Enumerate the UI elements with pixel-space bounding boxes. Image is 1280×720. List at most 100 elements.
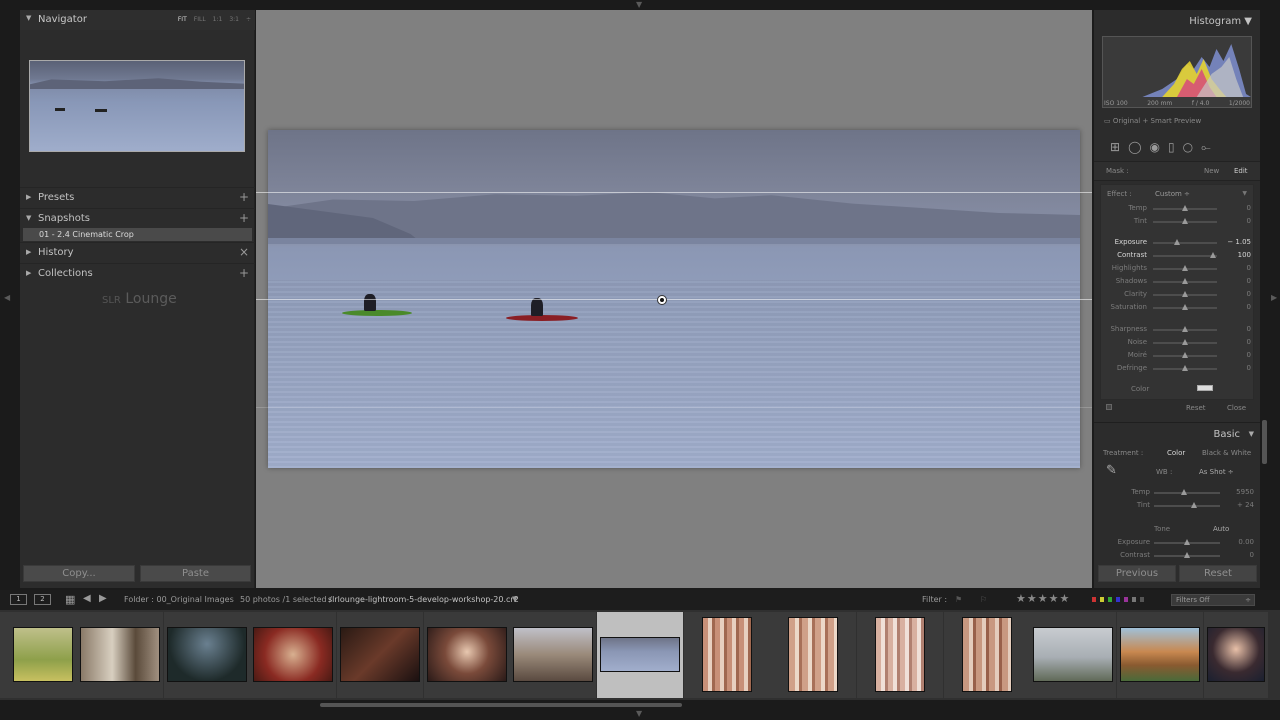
slider-row-clarity[interactable]: Clarity 0 (1101, 289, 1255, 301)
effect-toggle-switch[interactable] (1106, 404, 1112, 410)
presets-header[interactable]: ▶ Presets + (20, 187, 255, 207)
right-panel-scrollbar[interactable] (1262, 420, 1267, 464)
purple-label-filter[interactable] (1124, 597, 1128, 602)
slider-track[interactable] (1154, 505, 1220, 507)
history-header[interactable]: ▶ History × (20, 242, 255, 262)
gray-label-filter[interactable] (1132, 597, 1136, 602)
filmstrip-cell[interactable] (1204, 612, 1268, 698)
slider-handle[interactable] (1182, 291, 1188, 297)
slider-value[interactable]: 100 (1238, 251, 1251, 259)
monitor-1-button[interactable]: 1 (10, 594, 27, 605)
filmstrip-cell[interactable] (424, 612, 510, 698)
navigator-header[interactable]: ▼ Navigator FIT FILL 1:1 3:1 ÷ (20, 10, 255, 30)
slider-row-highlights[interactable]: Highlights 0 (1101, 263, 1255, 275)
histogram[interactable] (1102, 36, 1252, 108)
slider-handle[interactable] (1182, 352, 1188, 358)
selected-filename[interactable]: slrlounge-lightroom-5-develop-workshop-2… (328, 595, 519, 604)
filmstrip-cell[interactable] (1030, 612, 1116, 698)
slider-value[interactable]: 0 (1247, 264, 1251, 272)
basic-slider-tint[interactable]: Tint + 24 (1100, 500, 1256, 512)
collapse-triangle-icon[interactable]: ▼ (26, 14, 31, 22)
folder-source[interactable]: Folder : 00_Original Images (124, 595, 234, 604)
mask-edit-button[interactable]: Edit (1234, 167, 1248, 175)
slider-value[interactable]: 0 (1247, 290, 1251, 298)
spot-removal-icon[interactable]: ◯ (1128, 140, 1141, 154)
histogram-title[interactable]: Histogram ▼ (1189, 16, 1252, 27)
slider-row-saturation[interactable]: Saturation 0 (1101, 302, 1255, 314)
collapse-triangle-icon[interactable]: ▼ (1249, 430, 1254, 438)
blue-label-filter[interactable] (1116, 597, 1120, 602)
monitor-2-button[interactable]: 2 (34, 594, 51, 605)
eyedropper-icon[interactable]: ✎ (1106, 463, 1117, 478)
slider-value[interactable]: + 24 (1237, 501, 1254, 509)
slider-value[interactable]: 0 (1247, 364, 1251, 372)
no-label-filter[interactable] (1140, 597, 1144, 602)
slider-row-temp[interactable]: Temp 0 (1101, 203, 1255, 215)
filmstrip-cell[interactable] (684, 612, 770, 698)
slider-value[interactable]: − 1.05 (1227, 238, 1251, 246)
image-canvas[interactable] (256, 10, 1092, 588)
filmstrip-scrollbar[interactable] (320, 703, 682, 707)
back-arrow-icon[interactable]: ◀ (83, 593, 91, 604)
filmstrip-cell[interactable] (164, 612, 250, 698)
filmstrip-cell[interactable] (77, 612, 163, 698)
add-snapshot-icon[interactable]: + (239, 211, 249, 225)
slider-value[interactable]: 0 (1247, 303, 1251, 311)
paste-button[interactable]: Paste (140, 565, 251, 582)
yellow-label-filter[interactable] (1100, 597, 1104, 602)
slider-handle[interactable] (1182, 304, 1188, 310)
red-eye-icon[interactable]: ◉ (1150, 140, 1160, 154)
slider-value[interactable]: 0 (1247, 277, 1251, 285)
slider-handle[interactable] (1180, 489, 1187, 495)
navigator-preview[interactable] (29, 60, 245, 152)
slider-value[interactable]: 0 (1247, 204, 1251, 212)
add-collection-icon[interactable]: + (239, 266, 249, 280)
filter-preset-dropdown[interactable]: Filters Off ÷ (1171, 594, 1255, 606)
filmstrip-cell[interactable] (510, 612, 596, 698)
graduated-filter-top-line[interactable] (256, 192, 1092, 193)
mask-new-button[interactable]: New (1204, 167, 1219, 175)
filmstrip-cell[interactable] (250, 612, 336, 698)
flag-filter-icon[interactable]: ⚑ (955, 595, 962, 604)
filmstrip-cell[interactable] (857, 612, 943, 698)
clear-history-icon[interactable]: × (239, 245, 249, 259)
slider-handle[interactable] (1182, 265, 1188, 271)
zoom-fit[interactable]: FIT (178, 16, 187, 23)
rating-filter[interactable]: ★★★★★ (1016, 592, 1070, 605)
slider-track[interactable] (1153, 242, 1217, 244)
slider-handle[interactable] (1184, 552, 1190, 558)
slider-value[interactable]: 5950 (1236, 488, 1254, 496)
filmstrip-cell[interactable] (0, 612, 86, 698)
slider-row-defringe[interactable]: Defringe 0 (1101, 363, 1255, 375)
radial-filter-icon[interactable]: ○ (1183, 140, 1193, 154)
bottom-panel-toggle-icon[interactable]: ▼ (636, 710, 642, 718)
slider-handle[interactable] (1182, 365, 1188, 371)
filmstrip-cell[interactable] (944, 612, 1030, 698)
slider-row-noise[interactable]: Noise 0 (1101, 337, 1255, 349)
tone-auto-button[interactable]: Auto (1213, 525, 1229, 533)
zoom-3-1[interactable]: 3:1 (229, 16, 239, 23)
top-panel-toggle-icon[interactable]: ▼ (636, 1, 642, 9)
treatment-color-button[interactable]: Color (1167, 449, 1185, 457)
filmstrip-cell[interactable] (1117, 612, 1203, 698)
slider-row-tint[interactable]: Tint 0 (1101, 216, 1255, 228)
left-panel-toggle-icon[interactable]: ◀ (4, 294, 10, 302)
basic-slider-temp[interactable]: Temp 5950 (1100, 487, 1256, 499)
slider-value[interactable]: 0 (1247, 351, 1251, 359)
snapshots-header[interactable]: ▼ Snapshots + (20, 208, 255, 228)
basic-title[interactable]: Basic (1214, 429, 1240, 440)
color-swatch[interactable] (1197, 385, 1213, 391)
slider-value[interactable]: 0 (1247, 325, 1251, 333)
grid-view-icon[interactable]: ▦ (65, 593, 75, 606)
filename-menu-icon[interactable]: ▼ (512, 595, 517, 603)
filmstrip-cell[interactable] (337, 612, 423, 698)
copy-button[interactable]: Copy... (23, 565, 135, 582)
slider-handle[interactable] (1184, 539, 1190, 545)
slider-handle[interactable] (1209, 252, 1216, 258)
slider-handle[interactable] (1182, 218, 1188, 224)
forward-arrow-icon[interactable]: ▶ (99, 593, 107, 604)
slider-handle[interactable] (1173, 239, 1180, 245)
red-label-filter[interactable] (1092, 597, 1096, 602)
slider-handle[interactable] (1182, 278, 1188, 284)
green-label-filter[interactable] (1108, 597, 1112, 602)
